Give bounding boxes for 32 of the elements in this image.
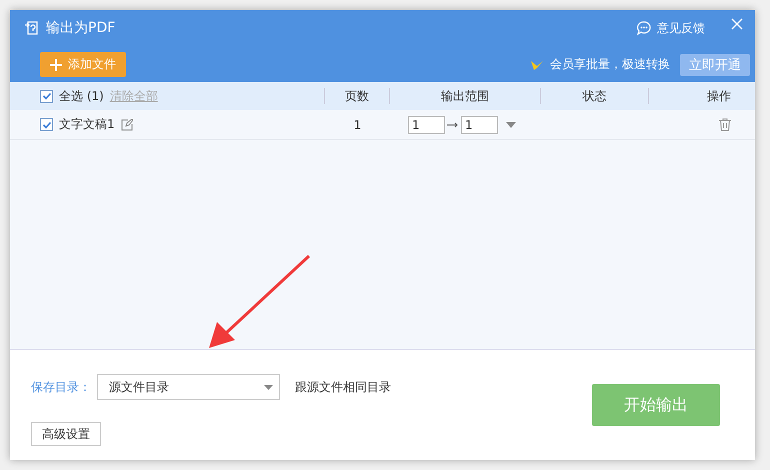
trash-icon[interactable] xyxy=(719,118,731,131)
save-directory-label: 保存目录： xyxy=(31,379,91,396)
column-header: 操作 xyxy=(707,88,731,104)
checkbox[interactable] xyxy=(40,118,53,131)
select-all-label: 全选 (1) xyxy=(59,88,104,104)
to-page-field[interactable]: 1 xyxy=(461,116,498,134)
caret-icon xyxy=(264,384,273,390)
v-icon xyxy=(530,58,544,70)
document-icon xyxy=(24,20,40,36)
arrow-icon xyxy=(447,122,459,128)
file-name: 文字文稿1 xyxy=(59,116,115,133)
feedback-link[interactable]: 意见反馈 xyxy=(636,20,705,36)
caret-icon[interactable] xyxy=(506,122,516,128)
advanced-settings-button[interactable]: 高级设置 xyxy=(31,422,101,446)
column-header: 状态 xyxy=(582,88,607,104)
window-title: 输出为PDF xyxy=(46,19,116,37)
column-header: 页数 xyxy=(345,88,370,104)
close-button[interactable] xyxy=(729,16,745,32)
add-file-button[interactable]: 添加文件 xyxy=(40,52,126,77)
plus-icon xyxy=(50,58,62,70)
upgrade-button[interactable]: 立即开通 xyxy=(680,54,750,76)
column-header: 输出范围 xyxy=(441,88,490,104)
directory-dropdown[interactable]: 源文件目录 xyxy=(97,374,280,400)
promo-text: 会员享批量，极速转换 xyxy=(550,56,670,73)
page-count: 1 xyxy=(354,118,362,132)
checkbox[interactable] xyxy=(40,90,53,102)
chat-bubble-icon xyxy=(636,20,652,36)
from-page-field[interactable]: 1 xyxy=(408,116,445,134)
directory-hint: 跟源文件相同目录 xyxy=(295,379,391,396)
edit-icon[interactable] xyxy=(120,118,133,130)
clear-all-link[interactable]: 清除全部 xyxy=(110,88,158,104)
start-export-button[interactable]: 开始输出 xyxy=(592,384,720,426)
